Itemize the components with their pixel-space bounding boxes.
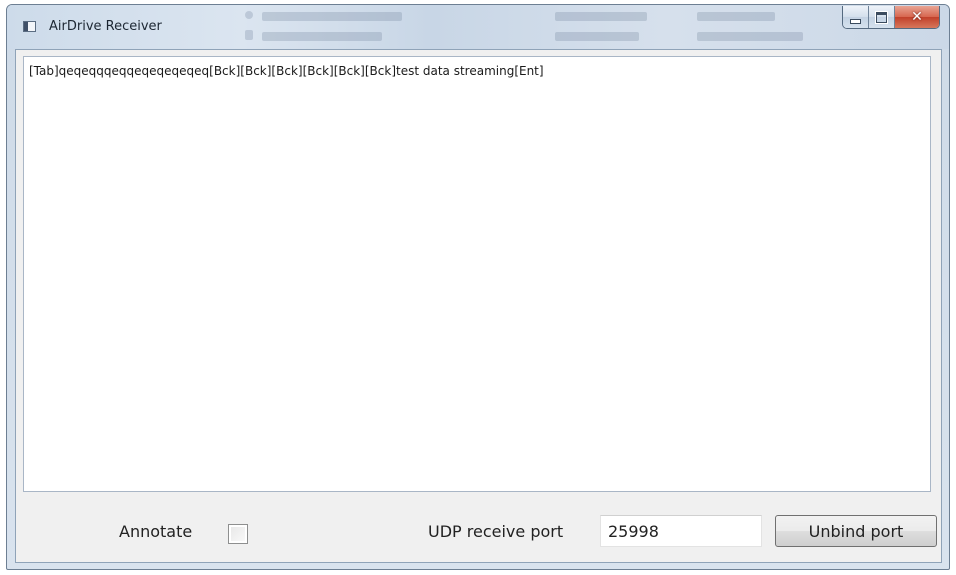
blurred-background — [262, 12, 402, 21]
minimize-button[interactable] — [843, 6, 869, 28]
blurred-background — [555, 32, 639, 41]
maximize-button[interactable] — [869, 6, 895, 28]
annotate-checkbox[interactable] — [228, 524, 248, 544]
close-icon: ✕ — [911, 9, 923, 25]
blurred-background — [697, 32, 803, 41]
minimize-icon — [850, 18, 861, 24]
title-bar[interactable]: AirDrive Receiver ✕ — [7, 5, 949, 49]
blurred-background — [555, 12, 647, 21]
udp-port-label: UDP receive port — [428, 522, 564, 541]
close-button[interactable]: ✕ — [895, 6, 939, 28]
window-title: AirDrive Receiver — [49, 19, 162, 34]
blurred-background — [245, 11, 253, 19]
received-data-textbox[interactable]: [Tab]qeqeqqqeqqeqeqeqeqeq[Bck][Bck][Bck]… — [23, 56, 931, 492]
blurred-background — [697, 12, 775, 21]
app-window: AirDrive Receiver ✕ [Tab]qeqeqqqeqqeqeqe… — [6, 4, 950, 570]
blurred-background — [262, 32, 382, 41]
maximize-icon — [875, 10, 888, 24]
caption-buttons: ✕ — [842, 6, 940, 29]
annotate-label: Annotate — [119, 522, 193, 541]
blurred-background — [245, 30, 253, 40]
unbind-port-button[interactable]: Unbind port — [775, 515, 937, 547]
window-app-icon[interactable] — [23, 21, 36, 32]
client-area: [Tab]qeqeqqqeqqeqeqeqeqeq[Bck][Bck][Bck]… — [15, 49, 942, 563]
udp-port-input[interactable] — [600, 515, 762, 547]
received-data-text: [Tab]qeqeqqqeqqeqeqeqeqeq[Bck][Bck][Bck]… — [29, 64, 544, 78]
